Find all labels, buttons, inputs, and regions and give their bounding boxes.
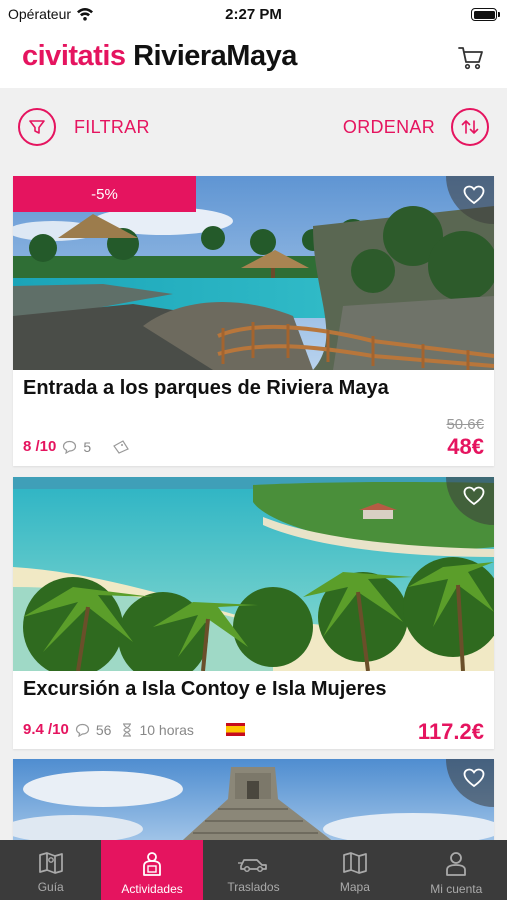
sort-icon bbox=[451, 108, 489, 146]
rating: 8 /10 bbox=[23, 438, 57, 455]
tab-bar: Guía Actividades Traslados Mapa Mi cuent… bbox=[0, 840, 507, 900]
comment-icon bbox=[75, 723, 89, 737]
tab-activities[interactable]: Actividades bbox=[101, 840, 203, 900]
tab-label: Traslados bbox=[227, 880, 280, 894]
app-header: civitatis RivieraMaya bbox=[0, 30, 507, 88]
logo[interactable]: civitatis RivieraMaya bbox=[22, 40, 297, 73]
activity-meta: 8 /10 5 bbox=[23, 438, 131, 455]
activity-title[interactable]: Excursión a Isla Contoy e Isla Mujeres bbox=[23, 678, 386, 701]
spain-flag-icon bbox=[225, 723, 245, 736]
filter-icon bbox=[18, 108, 56, 146]
review-count: 56 bbox=[95, 721, 112, 738]
activity-card[interactable]: -5% Entrada a los parques de Riviera May… bbox=[13, 176, 494, 466]
status-bar: Opérateur 2:27 PM bbox=[0, 0, 507, 30]
activity-card[interactable] bbox=[13, 759, 494, 849]
order-button[interactable]: ORDENAR bbox=[343, 108, 489, 146]
filter-button[interactable]: FILTRAR bbox=[18, 108, 150, 146]
old-price: 50.6€ bbox=[446, 416, 484, 433]
filter-bar: FILTRAR ORDENAR bbox=[0, 88, 507, 166]
hourglass-icon bbox=[123, 722, 132, 737]
filter-label: FILTRAR bbox=[74, 116, 150, 137]
carrier: Opérateur bbox=[8, 6, 94, 22]
heart-icon bbox=[463, 768, 485, 788]
tab-account[interactable]: Mi cuenta bbox=[406, 840, 507, 900]
tab-label: Actividades bbox=[121, 882, 183, 896]
discount-badge: -5% bbox=[13, 176, 196, 212]
wifi-icon bbox=[77, 8, 94, 21]
user-icon bbox=[446, 852, 467, 876]
carrier-name: Opérateur bbox=[8, 6, 72, 22]
battery-icon bbox=[471, 8, 500, 21]
comment-icon bbox=[63, 440, 77, 454]
heart-icon bbox=[463, 486, 485, 506]
duration: 10 horas bbox=[139, 721, 194, 738]
activity-meta: 9.4 /10 56 10 horas bbox=[23, 721, 245, 738]
activity-title[interactable]: Entrada a los parques de Riviera Maya bbox=[23, 377, 389, 400]
tab-label: Mapa bbox=[339, 880, 370, 894]
price: 117.2€ bbox=[417, 719, 484, 744]
map-icon bbox=[343, 852, 367, 874]
heart-icon bbox=[463, 185, 485, 205]
price: 48€ bbox=[447, 434, 484, 459]
activity-photo-island bbox=[13, 477, 494, 671]
cart-icon[interactable] bbox=[457, 44, 485, 72]
activity-card[interactable]: Excursión a Isla Contoy e Isla Mujeres 9… bbox=[13, 477, 494, 749]
logo-brand: civitatis bbox=[22, 40, 126, 72]
tab-transfers[interactable]: Traslados bbox=[203, 840, 304, 900]
tab-label: Mi cuenta bbox=[430, 882, 483, 896]
review-count: 5 bbox=[83, 438, 92, 455]
tab-label: Guía bbox=[37, 880, 64, 894]
logo-destination: RivieraMaya bbox=[133, 40, 297, 72]
ticket-icon bbox=[113, 439, 130, 454]
activity-photo-pyramid bbox=[13, 759, 494, 849]
order-label: ORDENAR bbox=[342, 116, 435, 137]
map-guide-icon bbox=[38, 852, 63, 874]
transfer-car-icon bbox=[238, 859, 268, 873]
tab-map[interactable]: Mapa bbox=[304, 840, 405, 900]
tab-guide[interactable]: Guía bbox=[0, 840, 101, 900]
activities-icon bbox=[143, 852, 161, 876]
rating: 9.4 /10 bbox=[23, 721, 69, 738]
